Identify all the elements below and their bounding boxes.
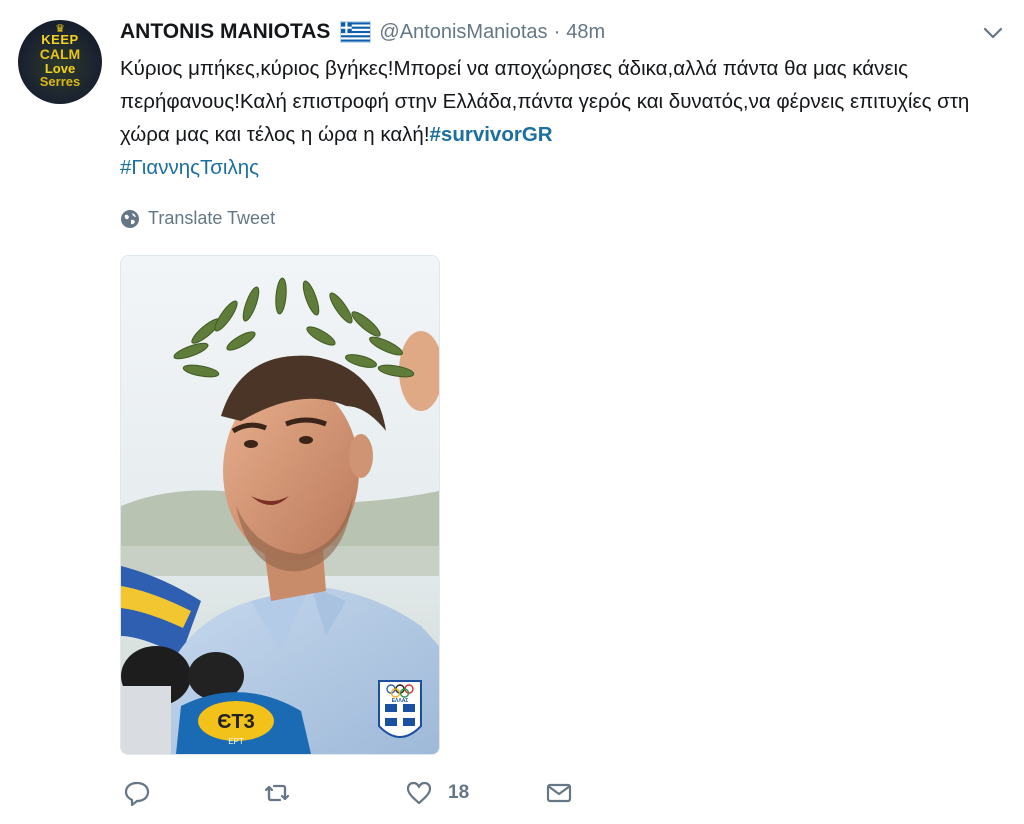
- translate-tweet-link[interactable]: Translate Tweet: [120, 208, 275, 229]
- like-button[interactable]: 18: [404, 778, 469, 808]
- tweet-header: ANTONIS MANIOTAS @AntonisManiotas · 48m: [120, 18, 605, 46]
- avatar-text-line1: KEEP: [41, 32, 79, 47]
- tweet-text: Κύριος μπήκες,κύριος βγήκες!Μπορεί να απ…: [120, 52, 1000, 184]
- hashtag-link[interactable]: #survivorGR: [430, 123, 553, 146]
- mic-logo-text: ЄΤ3: [217, 711, 255, 733]
- badge-label: ΕΛΛΑΣ: [392, 698, 409, 704]
- like-count: 18: [448, 782, 470, 803]
- envelope-icon: [546, 783, 572, 803]
- chevron-down-icon[interactable]: [982, 26, 1004, 40]
- mic-sub-text: ΕΡΤ: [228, 737, 244, 746]
- avatar-text-line2: CALM: [39, 46, 81, 62]
- tweet-actions: 18: [120, 778, 640, 814]
- greek-cross-badge-icon: ΕΛΛΑΣ: [378, 680, 422, 738]
- greek-flag-icon: [340, 21, 372, 43]
- hashtag-link[interactable]: #ΓιαννηςΤσιλης: [120, 156, 259, 179]
- author-name[interactable]: ANTONIS MANIOTAS: [120, 20, 330, 44]
- retweet-icon: [264, 784, 290, 802]
- tweet-photo[interactable]: ΕΛΛΑΣ ЄΤ3 ΕΡΤ: [120, 255, 440, 755]
- globe-icon: [121, 209, 139, 228]
- avatar-text-line4: Serres: [39, 74, 81, 89]
- header-separator: ·: [553, 20, 561, 43]
- translate-label: Translate Tweet: [148, 208, 276, 228]
- direct-message-button[interactable]: [544, 778, 574, 808]
- author-avatar[interactable]: ♛ KEEP CALM Love Serres: [18, 20, 102, 104]
- heart-icon: [406, 781, 432, 805]
- reply-button[interactable]: [122, 778, 152, 808]
- author-handle[interactable]: @AntonisManiotas: [379, 21, 547, 44]
- reply-icon: [124, 781, 150, 807]
- tweet-timestamp[interactable]: 48m: [566, 21, 605, 44]
- retweet-button[interactable]: [262, 778, 292, 808]
